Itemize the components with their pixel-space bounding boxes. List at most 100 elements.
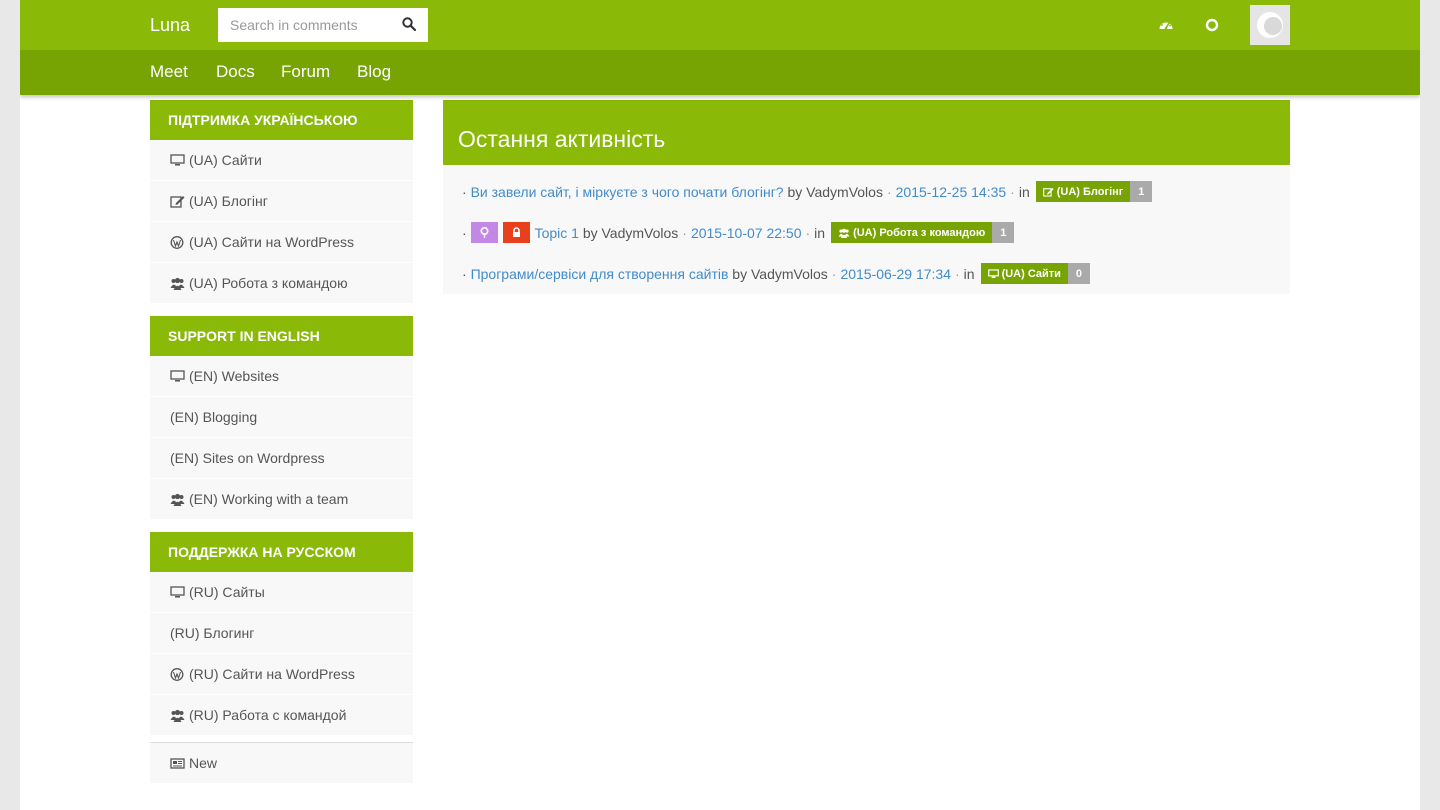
desktop-icon bbox=[170, 585, 185, 597]
header: Luna Search in comments Meet Docs Forum … bbox=[20, 0, 1420, 95]
nav-docs[interactable]: Docs bbox=[216, 62, 255, 82]
forum-badge[interactable]: (UA) Сайти bbox=[980, 263, 1068, 284]
sidebar-item-ru-team[interactable]: (RU) Работа с командой bbox=[150, 695, 413, 736]
sidebar-item-label: (UA) Блогінг bbox=[189, 193, 268, 209]
sidebar-item-en-blogging[interactable]: (EN) Blogging bbox=[150, 397, 413, 438]
sidebar-item-ru-sites[interactable]: (RU) Сайты bbox=[150, 572, 413, 613]
sidebar-item-ru-blogging[interactable]: (RU) Блогинг bbox=[150, 613, 413, 654]
sidebar-item-en-websites[interactable]: (EN) Websites bbox=[150, 356, 413, 397]
list-item: · Ви завели сайт, і міркуєте з чого поча… bbox=[443, 171, 1290, 212]
brand-link[interactable]: Luna bbox=[150, 15, 190, 36]
date-link[interactable]: 2015-10-07 22:50 bbox=[691, 225, 802, 241]
date-link[interactable]: 2015-12-25 14:35 bbox=[896, 184, 1007, 200]
sidebar-divider bbox=[150, 736, 413, 743]
top-bar: Luna bbox=[20, 0, 1420, 50]
sidebar-item-label: (EN) Websites bbox=[189, 368, 279, 384]
in-label: in bbox=[1018, 183, 1030, 200]
forum-name: (UA) Сайти bbox=[1001, 267, 1061, 280]
search-input[interactable] bbox=[218, 8, 388, 42]
separator: · bbox=[805, 224, 811, 241]
sidebar-item-label: (UA) Робота з командою bbox=[189, 275, 348, 291]
sidebar-item-label: (EN) Working with a team bbox=[189, 491, 349, 507]
page: Luna Search in comments Meet Docs Forum … bbox=[20, 0, 1420, 810]
sidebar-item-label: (UA) Сайти на WordPress bbox=[189, 234, 355, 250]
separator: · bbox=[831, 265, 837, 282]
in-label: in bbox=[963, 265, 975, 282]
author: VadymVolos bbox=[601, 224, 679, 241]
users-icon bbox=[170, 493, 185, 506]
nav-forum[interactable]: Forum bbox=[281, 62, 330, 82]
activity-list: · Ви завели сайт, і міркуєте з чого поча… bbox=[443, 165, 1290, 294]
avatar-image bbox=[1257, 12, 1283, 38]
date-link[interactable]: 2015-06-29 17:34 bbox=[840, 266, 951, 282]
nav-meet[interactable]: Meet bbox=[150, 62, 188, 82]
main-nav: Meet Docs Forum Blog bbox=[20, 50, 1420, 95]
search-icon[interactable] bbox=[402, 17, 416, 31]
pinned-tag bbox=[470, 222, 498, 243]
sidebar-item-ua-blogging[interactable]: (UA) Блогінг bbox=[150, 181, 413, 222]
page-title: Остання активність bbox=[443, 100, 1290, 165]
sidebar-item-label: New bbox=[189, 755, 218, 771]
dashboard-icon[interactable] bbox=[1158, 17, 1174, 33]
sidebar-item-ua-wordpress[interactable]: (UA) Сайти на WordPress bbox=[150, 222, 413, 263]
author: VadymVolos bbox=[806, 183, 883, 200]
sidebar-item-en-team[interactable]: (EN) Working with a team bbox=[150, 479, 413, 520]
topic-link[interactable]: Програми/сервіси для створення сайтів bbox=[471, 266, 729, 282]
desktop-icon bbox=[170, 153, 185, 165]
desktop-icon bbox=[170, 369, 185, 381]
nav-blog[interactable]: Blog bbox=[357, 62, 391, 82]
section-title-en: Support in English bbox=[150, 316, 413, 356]
avatar[interactable] bbox=[1250, 5, 1290, 45]
sidebar-item-label: (RU) Сайты bbox=[189, 584, 265, 600]
users-icon bbox=[838, 228, 850, 238]
search-box bbox=[218, 8, 428, 42]
by-label: by bbox=[582, 224, 598, 241]
edit-icon bbox=[170, 195, 185, 208]
sidebar-item-label: (UA) Сайти bbox=[189, 152, 262, 168]
topic-link[interactable]: Topic 1 bbox=[535, 225, 579, 241]
sidebar-item-ru-wordpress[interactable]: (RU) Сайти на WordPress bbox=[150, 654, 413, 695]
locked-tag bbox=[502, 222, 530, 243]
section-title-ru: Поддержка на русском bbox=[150, 532, 413, 572]
forum-name: (UA) Блогінг bbox=[1056, 185, 1124, 198]
separator: · bbox=[1010, 183, 1015, 200]
sidebar-item-ua-team[interactable]: (UA) Робота з командою bbox=[150, 263, 413, 304]
reply-count: 1 bbox=[1130, 181, 1153, 202]
desktop-icon bbox=[987, 268, 999, 278]
separator: · bbox=[682, 224, 687, 241]
by-label: by bbox=[787, 183, 803, 200]
sidebar-item-label: (EN) Sites on Wordpress bbox=[170, 450, 325, 466]
topic-link[interactable]: Ви завели сайт, і міркуєте з чого почати… bbox=[471, 184, 784, 200]
sidebar-item-label: (EN) Blogging bbox=[170, 409, 258, 425]
forum-badge[interactable]: (UA) Блогінг bbox=[1035, 181, 1131, 202]
reply-count: 1 bbox=[992, 222, 1015, 243]
reply-count: 0 bbox=[1067, 263, 1090, 284]
bullet: · bbox=[462, 224, 467, 241]
newspaper-icon bbox=[170, 757, 185, 769]
in-label: in bbox=[814, 224, 826, 241]
list-item: · Програми/сервіси для створення сайтів … bbox=[443, 253, 1290, 294]
author: VadymVolos bbox=[750, 265, 828, 282]
sidebar-item-new[interactable]: New bbox=[150, 743, 413, 784]
circle-o-icon[interactable] bbox=[1204, 17, 1220, 33]
sidebar-item-label: (RU) Работа с командой bbox=[189, 707, 347, 723]
main-content: Остання активність · Ви завели сайт, і м… bbox=[443, 100, 1290, 294]
by-label: by bbox=[732, 265, 748, 282]
users-icon bbox=[170, 277, 185, 290]
sidebar-item-label: (RU) Сайти на WordPress bbox=[189, 666, 355, 682]
pin-icon bbox=[480, 227, 489, 238]
sidebar-item-label: (RU) Блогинг bbox=[170, 625, 255, 641]
forum-badge[interactable]: (UA) Робота з командою bbox=[831, 222, 993, 243]
separator: · bbox=[886, 183, 892, 200]
section-title-ua: Підтримка українською bbox=[150, 100, 413, 140]
sidebar: Підтримка українською (UA) Сайти (UA) Бл… bbox=[150, 100, 413, 784]
forum-name: (UA) Робота з командою bbox=[853, 226, 986, 239]
wordpress-icon bbox=[170, 235, 184, 249]
users-icon bbox=[170, 709, 185, 722]
list-item: · Topic 1 by VadymVolos · 2015-10-07 22:… bbox=[443, 212, 1290, 253]
sidebar-item-en-wordpress[interactable]: (EN) Sites on Wordpress bbox=[150, 438, 413, 479]
sidebar-item-ua-sites[interactable]: (UA) Сайти bbox=[150, 140, 413, 181]
separator: · bbox=[954, 265, 960, 282]
bullet: · bbox=[462, 183, 467, 200]
lock-icon bbox=[512, 227, 520, 237]
